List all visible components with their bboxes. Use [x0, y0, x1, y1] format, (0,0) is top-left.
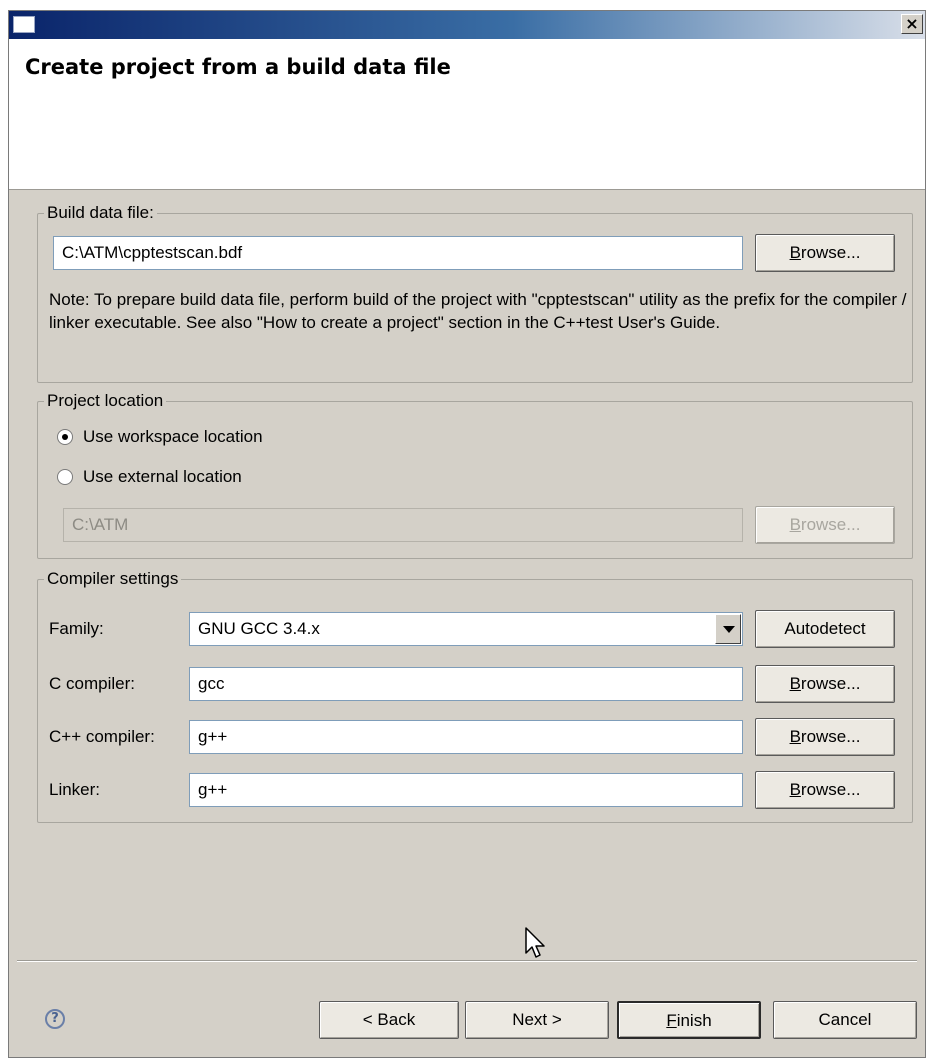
- cpp-compiler-label: C++ compiler:: [49, 727, 155, 746]
- autodetect-button[interactable]: Autodetect: [755, 610, 895, 648]
- family-select[interactable]: GNU GCC 3.4.x: [189, 612, 743, 646]
- dialog-window: × Create project from a build data file …: [8, 10, 926, 1058]
- external-location-input[interactable]: C:\ATM: [63, 508, 743, 542]
- c-compiler-browse-button[interactable]: Browse...: [755, 665, 895, 703]
- close-button[interactable]: ×: [901, 14, 923, 34]
- workspace-location-label[interactable]: Use workspace location: [83, 427, 263, 447]
- build-data-file-input[interactable]: C:\ATM\cpptestscan.bdf: [53, 236, 743, 270]
- build-data-note: Note: To prepare build data file, perfor…: [49, 290, 907, 332]
- cancel-button[interactable]: Cancel: [773, 1001, 917, 1039]
- title-bar: ×: [9, 11, 925, 39]
- external-location-browse-button[interactable]: Browse...: [755, 506, 895, 544]
- c-compiler-input[interactable]: gcc: [189, 667, 743, 701]
- external-location-label[interactable]: Use external location: [83, 467, 242, 487]
- cpp-compiler-input[interactable]: g++: [189, 720, 743, 754]
- linker-browse-button[interactable]: Browse...: [755, 771, 895, 809]
- next-button[interactable]: Next >: [465, 1001, 609, 1039]
- c-compiler-label: C compiler:: [49, 674, 135, 693]
- help-icon[interactable]: ?: [45, 1009, 65, 1029]
- family-select-value: GNU GCC 3.4.x: [198, 619, 320, 638]
- mouse-cursor-icon: [525, 927, 545, 958]
- build-data-browse-button[interactable]: Browse...: [755, 234, 895, 272]
- family-label: Family:: [49, 619, 104, 638]
- linker-input[interactable]: g++: [189, 773, 743, 807]
- radio-selected-dot: [62, 434, 68, 440]
- back-button[interactable]: < Back: [319, 1001, 459, 1039]
- workspace-location-radio[interactable]: [57, 429, 73, 445]
- finish-button[interactable]: Finish: [617, 1001, 761, 1039]
- compiler-settings-legend: Compiler settings: [47, 569, 179, 588]
- footer-separator: [17, 960, 917, 962]
- cpp-compiler-browse-button[interactable]: Browse...: [755, 718, 895, 756]
- page-title: Create project from a build data file: [25, 55, 451, 79]
- project-location-legend: Project location: [47, 391, 164, 410]
- build-data-file-legend: Build data file:: [47, 203, 154, 222]
- linker-label: Linker:: [49, 780, 101, 799]
- window-icon: [13, 16, 35, 33]
- chevron-down-icon[interactable]: [715, 614, 741, 644]
- external-location-radio[interactable]: [57, 469, 73, 485]
